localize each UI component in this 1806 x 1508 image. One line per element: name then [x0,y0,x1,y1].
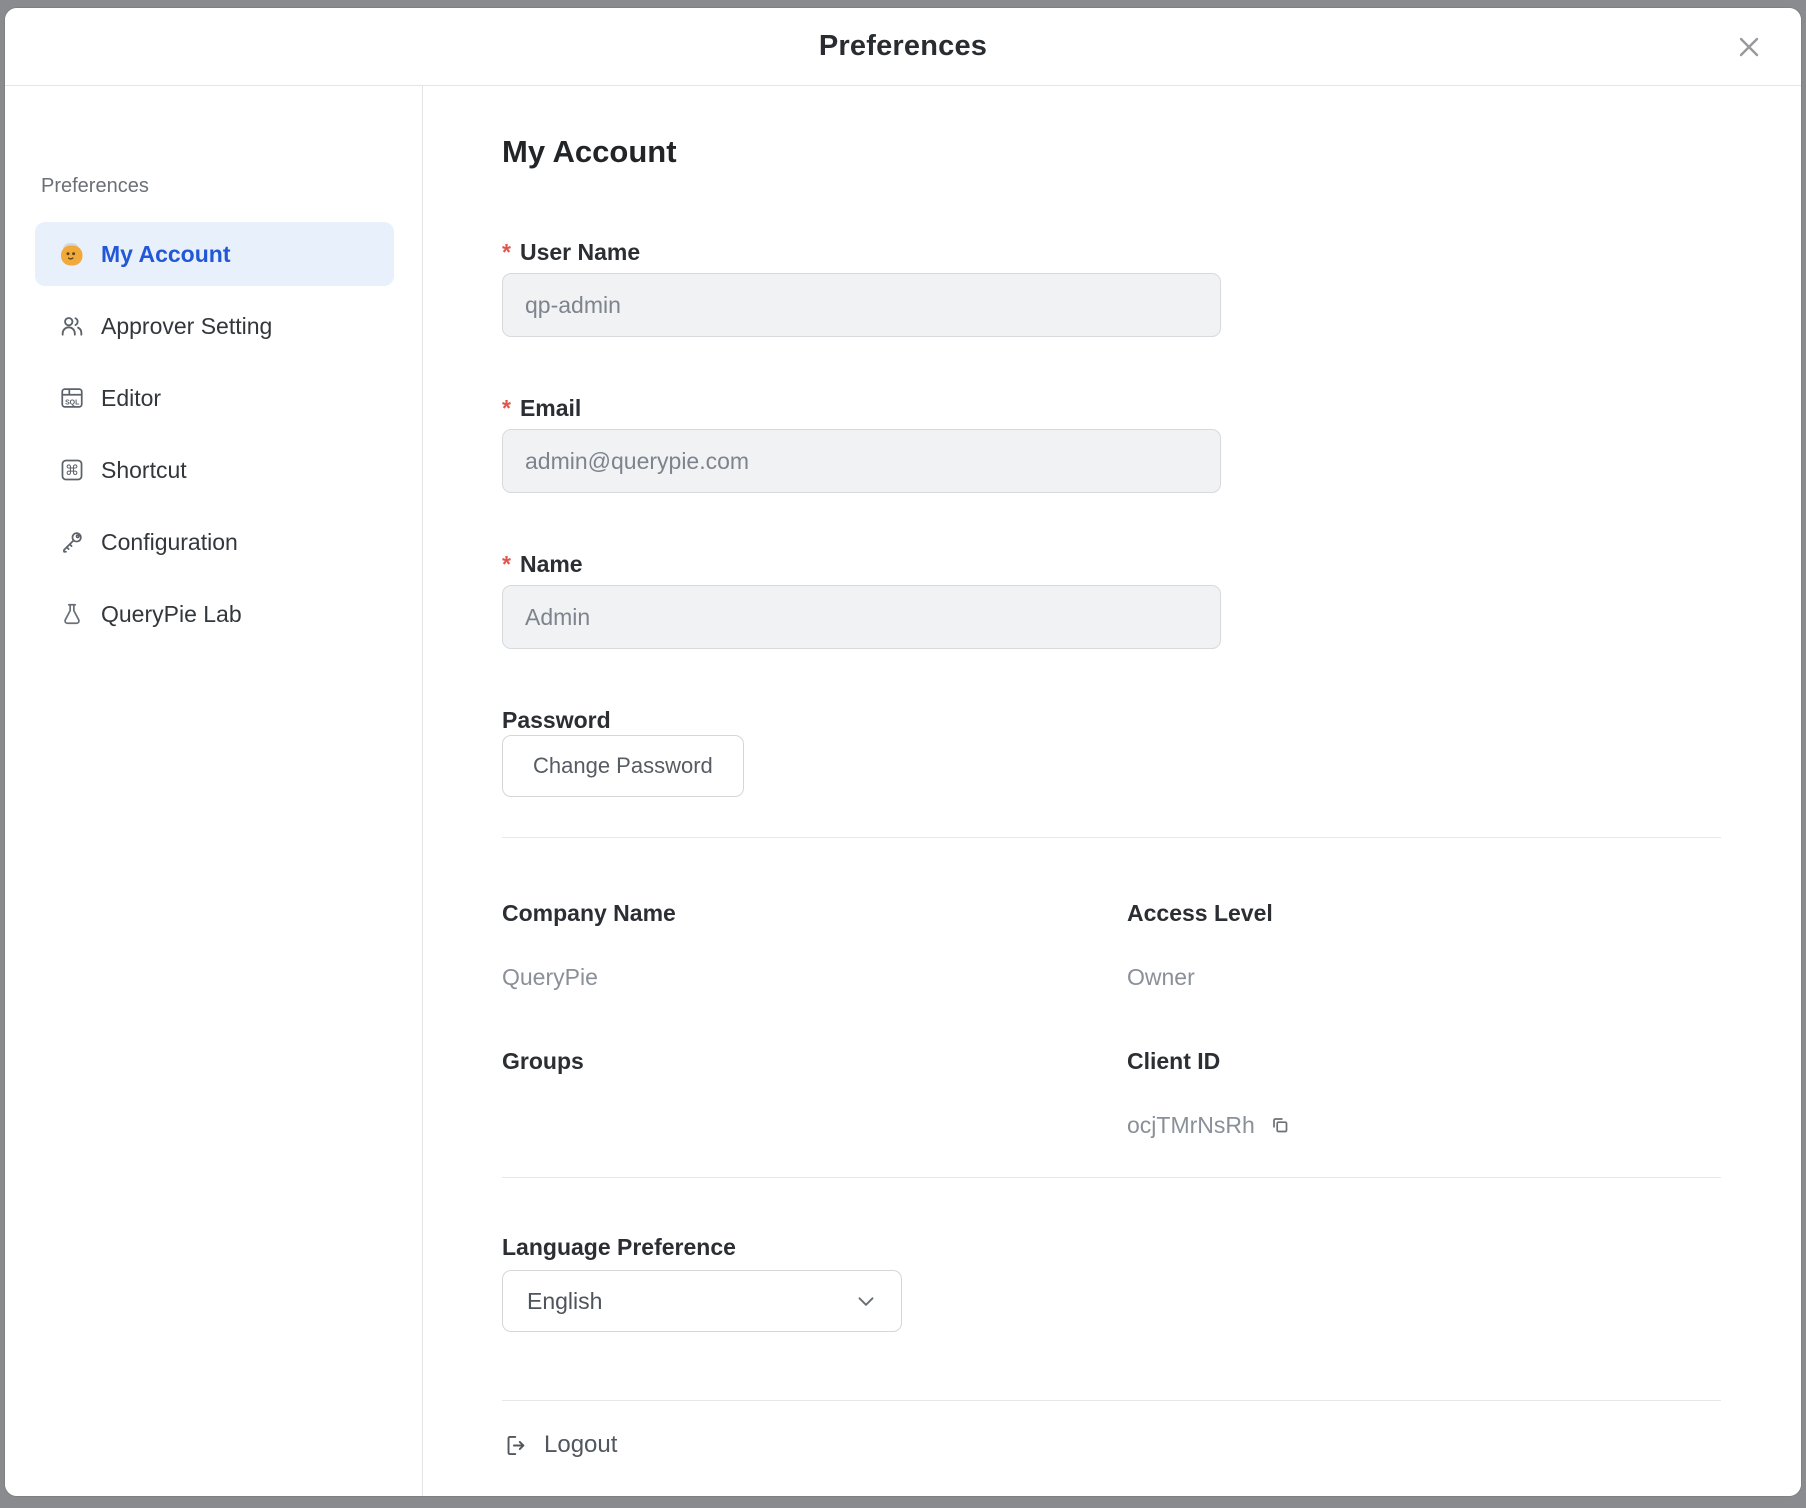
logout-label: Logout [544,1431,617,1459]
flask-icon [59,601,85,627]
language-preference-label: Language Preference [502,1232,1721,1262]
sidebar-item-querypie-lab[interactable]: QueryPie Lab [35,582,394,646]
logout-icon [502,1432,529,1459]
copy-icon [1268,1113,1292,1137]
client-id-value: ocjTMrNsRh [1127,1110,1721,1140]
modal-header: Preferences [5,8,1801,86]
divider [502,1400,1721,1401]
preferences-modal: Preferences Preferences [5,8,1801,1496]
groups-label: Groups [502,1046,1127,1076]
sidebar-item-label: Approver Setting [101,313,272,340]
sql-window-icon: SQL [59,385,85,411]
sidebar-item-label: Configuration [101,529,238,556]
required-marker: * [502,549,511,579]
close-icon [1734,32,1764,62]
name-input[interactable] [502,585,1221,649]
language-select[interactable]: English [502,1270,902,1332]
user-name-label: * User Name [502,237,1721,267]
modal-title: Preferences [819,30,987,63]
company-name-cell: Company Name QueryPie [502,898,1127,1046]
sidebar-item-shortcut[interactable]: ⌘ Shortcut [35,438,394,502]
sidebar-section-label: Preferences [35,172,394,200]
access-level-label: Access Level [1127,898,1721,928]
access-level-value: Owner [1127,962,1721,992]
email-input[interactable] [502,429,1221,493]
sidebar-item-configuration[interactable]: Configuration [35,510,394,574]
company-name-label: Company Name [502,898,1127,928]
sidebar-item-approver-setting[interactable]: Approver Setting [35,294,394,358]
sidebar-item-editor[interactable]: SQL Editor [35,366,394,430]
language-select-value: English [527,1288,602,1315]
chevron-down-icon [853,1288,879,1314]
command-key-icon: ⌘ [59,457,85,483]
sidebar-item-label: QueryPie Lab [101,601,242,628]
email-label: * Email [502,393,1721,423]
smiley-emoji-icon [59,241,85,267]
password-label: Password [502,705,1721,735]
sidebar-item-label: Shortcut [101,457,187,484]
sidebar-item-label: Editor [101,385,161,412]
groups-cell: Groups [502,1046,1127,1140]
access-level-cell: Access Level Owner [1127,898,1721,1046]
svg-text:⌘: ⌘ [65,463,79,479]
client-id-label: Client ID [1127,1046,1721,1076]
sidebar-item-my-account[interactable]: My Account [35,222,394,286]
key-icon [59,529,85,555]
account-info-grid: Company Name QueryPie Access Level Owner… [502,898,1721,1140]
sidebar-item-label: My Account [101,241,231,268]
sidebar: Preferences My Account [5,86,423,1496]
company-name-value: QueryPie [502,962,1127,992]
groups-value [502,1110,1127,1140]
required-marker: * [502,393,511,423]
client-id-cell: Client ID ocjTMrNsRh [1127,1046,1721,1140]
svg-text:SQL: SQL [65,399,80,406]
divider [502,1177,1721,1178]
user-name-input[interactable] [502,273,1221,337]
copy-client-id-button[interactable] [1267,1112,1293,1138]
name-label: * Name [502,549,1721,579]
change-password-button[interactable]: Change Password [502,735,744,797]
divider [502,837,1721,838]
logout-button[interactable]: Logout [502,1431,617,1459]
page-title: My Account [502,133,1721,171]
users-icon [59,313,85,339]
modal-body: Preferences My Account [5,86,1801,1496]
close-button[interactable] [1727,25,1771,69]
my-account-panel: My Account * User Name * Email * Name Pa… [423,86,1801,1496]
required-marker: * [502,237,511,267]
